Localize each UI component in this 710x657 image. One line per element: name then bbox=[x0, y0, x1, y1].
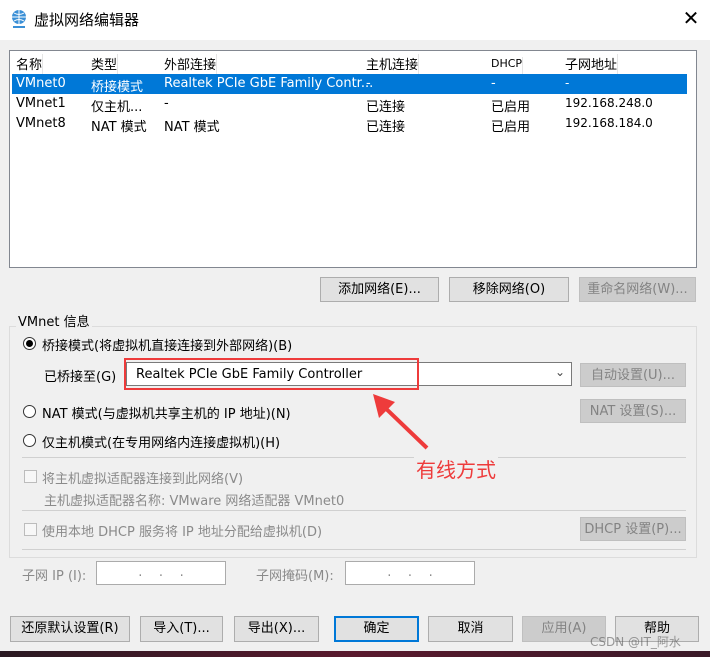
table-cell: 桥接模式 bbox=[91, 80, 144, 95]
use-dhcp-label: 使用本地 DHCP 服务将 IP 地址分配给虚拟机(D) bbox=[42, 525, 323, 540]
auto-settings-button[interactable]: 自动设置(U)... bbox=[580, 363, 686, 387]
connect-adapter-checkbox[interactable] bbox=[24, 470, 37, 483]
table-cell: 192.168.248.0 bbox=[565, 96, 653, 110]
nat-radio[interactable] bbox=[23, 405, 36, 418]
table-cell: NAT 模式 bbox=[164, 120, 220, 135]
list-header: 名称 类型 外部连接 主机连接 DHCP 子网地址 bbox=[12, 52, 687, 77]
table-cell: VMnet1 bbox=[16, 96, 66, 111]
red-arrow-icon bbox=[373, 394, 429, 450]
window-title: 虚拟网络编辑器 bbox=[34, 11, 140, 29]
table-cell: 已连接 bbox=[366, 120, 406, 135]
bridged-radio[interactable] bbox=[23, 337, 36, 350]
import-button[interactable]: 导入(T)... bbox=[140, 616, 223, 642]
host-only-label: 仅主机模式(在专用网络内连接虚拟机)(H) bbox=[42, 436, 281, 451]
subnet-ip-label: 子网 IP (I): bbox=[22, 569, 87, 584]
table-cell: - bbox=[491, 76, 496, 91]
table-cell: VMnet8 bbox=[16, 116, 66, 131]
column-header[interactable]: 外部连接 bbox=[164, 54, 218, 74]
close-icon[interactable]: ✕ bbox=[680, 6, 702, 30]
remove-network-button[interactable]: 移除网络(O) bbox=[449, 277, 569, 302]
taskbar-strip bbox=[0, 651, 710, 657]
table-cell: 仅主机... bbox=[91, 100, 143, 115]
connect-adapter-label: 将主机虚拟适配器连接到此网络(V) bbox=[42, 472, 244, 487]
ok-button[interactable]: 确定 bbox=[334, 616, 419, 642]
vmnet-info-label: VMnet 信息 bbox=[16, 311, 92, 330]
table-cell: 已启用 bbox=[491, 120, 531, 135]
table-cell: Realtek PCIe GbE Family Contr... bbox=[164, 76, 374, 91]
table-cell: 192.168.184.0 bbox=[565, 116, 653, 130]
bridged-to-label: 已桥接至(G) bbox=[44, 370, 117, 385]
column-header[interactable]: 名称 bbox=[16, 54, 44, 74]
column-header[interactable]: 主机连接 bbox=[366, 54, 420, 74]
highlight-box bbox=[124, 358, 419, 390]
bridged-label: 桥接模式(将虚拟机直接连接到外部网络)(B) bbox=[42, 339, 293, 354]
subnet-mask-label: 子网掩码(M): bbox=[256, 569, 334, 584]
cancel-button[interactable]: 取消 bbox=[428, 616, 513, 642]
adapter-name-label: 主机虚拟适配器名称: VMware 网络适配器 VMnet0 bbox=[44, 494, 345, 509]
nat-settings-button[interactable]: NAT 设置(S)... bbox=[580, 399, 686, 423]
table-cell: NAT 模式 bbox=[91, 120, 147, 135]
subnet-ip-input[interactable]: . . . bbox=[96, 561, 226, 585]
chevron-down-icon: ⌄ bbox=[554, 365, 565, 379]
host-only-radio[interactable] bbox=[23, 434, 36, 447]
subnet-mask-input[interactable]: . . . bbox=[345, 561, 475, 585]
table-cell: VMnet0 bbox=[16, 76, 66, 91]
table-row[interactable]: VMnet0 桥接模式 Realtek PCIe GbE Family Contr.… bbox=[12, 74, 687, 95]
table-cell: - bbox=[565, 76, 570, 90]
use-dhcp-checkbox[interactable] bbox=[24, 523, 37, 536]
watermark: CSDN @IT_阿水 bbox=[590, 635, 681, 649]
table-row[interactable]: VMnet8 NAT 模式 NAT 模式 已连接 已启用 192.168.184.0 bbox=[12, 114, 687, 135]
separator bbox=[22, 510, 686, 511]
column-header[interactable]: 类型 bbox=[91, 54, 119, 74]
separator bbox=[22, 549, 686, 550]
table-cell: - bbox=[366, 76, 371, 91]
rename-network-button[interactable]: 重命名网络(W)... bbox=[579, 277, 696, 302]
column-header[interactable]: 子网地址 bbox=[565, 54, 619, 74]
dhcp-settings-button[interactable]: DHCP 设置(P)... bbox=[580, 517, 686, 541]
table-cell: 已启用 bbox=[491, 100, 531, 115]
export-button[interactable]: 导出(X)... bbox=[234, 616, 319, 642]
network-globe-icon bbox=[12, 10, 26, 28]
separator bbox=[22, 457, 686, 458]
nat-label: NAT 模式(与虚拟机共享主机的 IP 地址)(N) bbox=[42, 407, 291, 422]
add-network-button[interactable]: 添加网络(E)... bbox=[320, 277, 439, 302]
table-cell: 已连接 bbox=[366, 100, 406, 115]
annotation-text: 有线方式 bbox=[414, 454, 498, 483]
table-row[interactable]: VMnet1 仅主机... - 已连接 已启用 192.168.248.0 bbox=[12, 94, 687, 115]
network-list[interactable]: 名称 类型 外部连接 主机连接 DHCP 子网地址 VMnet0 桥接模式 Realtek P… bbox=[9, 50, 697, 268]
restore-defaults-button[interactable]: 还原默认设置(R) bbox=[10, 616, 130, 642]
table-cell: - bbox=[164, 96, 169, 111]
